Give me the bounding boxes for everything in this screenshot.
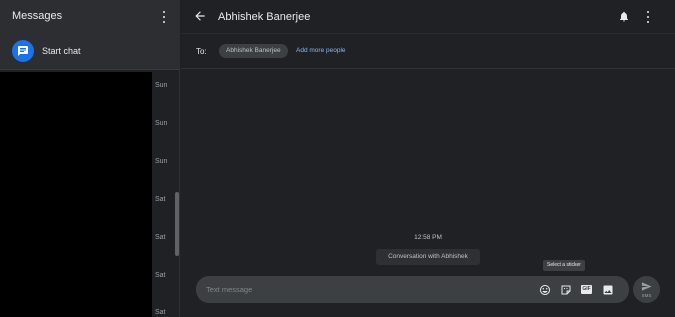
conversation-day: Sun (155, 158, 168, 165)
conversation-day: Sat (155, 272, 166, 279)
sticker-tooltip: Select a sticker (543, 260, 585, 271)
text-message-input[interactable] (206, 282, 526, 297)
sidebar-header: Messages (0, 0, 180, 34)
emoji-icon[interactable] (538, 283, 551, 296)
start-chat-button[interactable]: Start chat (0, 34, 180, 70)
notification-bell-icon[interactable] (618, 10, 630, 23)
conversation-options-icon[interactable] (644, 10, 652, 24)
more-options-icon[interactable] (160, 10, 168, 24)
conversation-day: Sun (155, 82, 168, 89)
start-chat-label: Start chat (42, 46, 81, 56)
conversation-day: Sun (155, 120, 168, 127)
send-sms-label: SMS (641, 293, 652, 298)
conversation-sidebar: Messages Start chat Sun Sun Sun Sat Sat … (0, 0, 180, 317)
sidebar-scrollbar[interactable] (175, 192, 179, 256)
contact-name: Abhishek Banerjee (218, 11, 311, 23)
chat-bubble-icon (12, 40, 34, 62)
redacted-conversations (0, 72, 152, 317)
conversation-day: Sat (155, 234, 166, 241)
conversation-info-pill: Conversation with Abhishek (376, 249, 480, 265)
back-arrow-icon[interactable] (193, 9, 207, 23)
gif-label: GIF (581, 285, 592, 294)
to-label: To: (196, 47, 207, 56)
recipient-chip[interactable]: Abhishek Banerjee (219, 44, 288, 58)
conversation-day: Sat (155, 309, 166, 316)
recipient-row: To: Abhishek Banerjee Add more people (181, 35, 675, 69)
conversation-pane: Abhishek Banerjee To: Abhishek Banerjee … (181, 0, 675, 317)
sticker-icon[interactable] (559, 283, 572, 296)
image-icon[interactable] (601, 283, 614, 296)
app-title: Messages (12, 10, 63, 22)
send-sms-button[interactable]: SMS (633, 276, 660, 303)
conversation-day: Sat (155, 196, 166, 203)
conversation-header: Abhishek Banerjee (181, 0, 675, 34)
message-timestamp: 12:58 PM (414, 234, 442, 241)
add-more-people-link[interactable]: Add more people (296, 47, 346, 54)
compose-bar: GIF (196, 276, 629, 303)
conversation-list[interactable]: Sun Sun Sun Sat Sat Sat Sat (0, 72, 180, 317)
gif-icon[interactable]: GIF (580, 283, 593, 296)
send-icon (641, 282, 652, 291)
